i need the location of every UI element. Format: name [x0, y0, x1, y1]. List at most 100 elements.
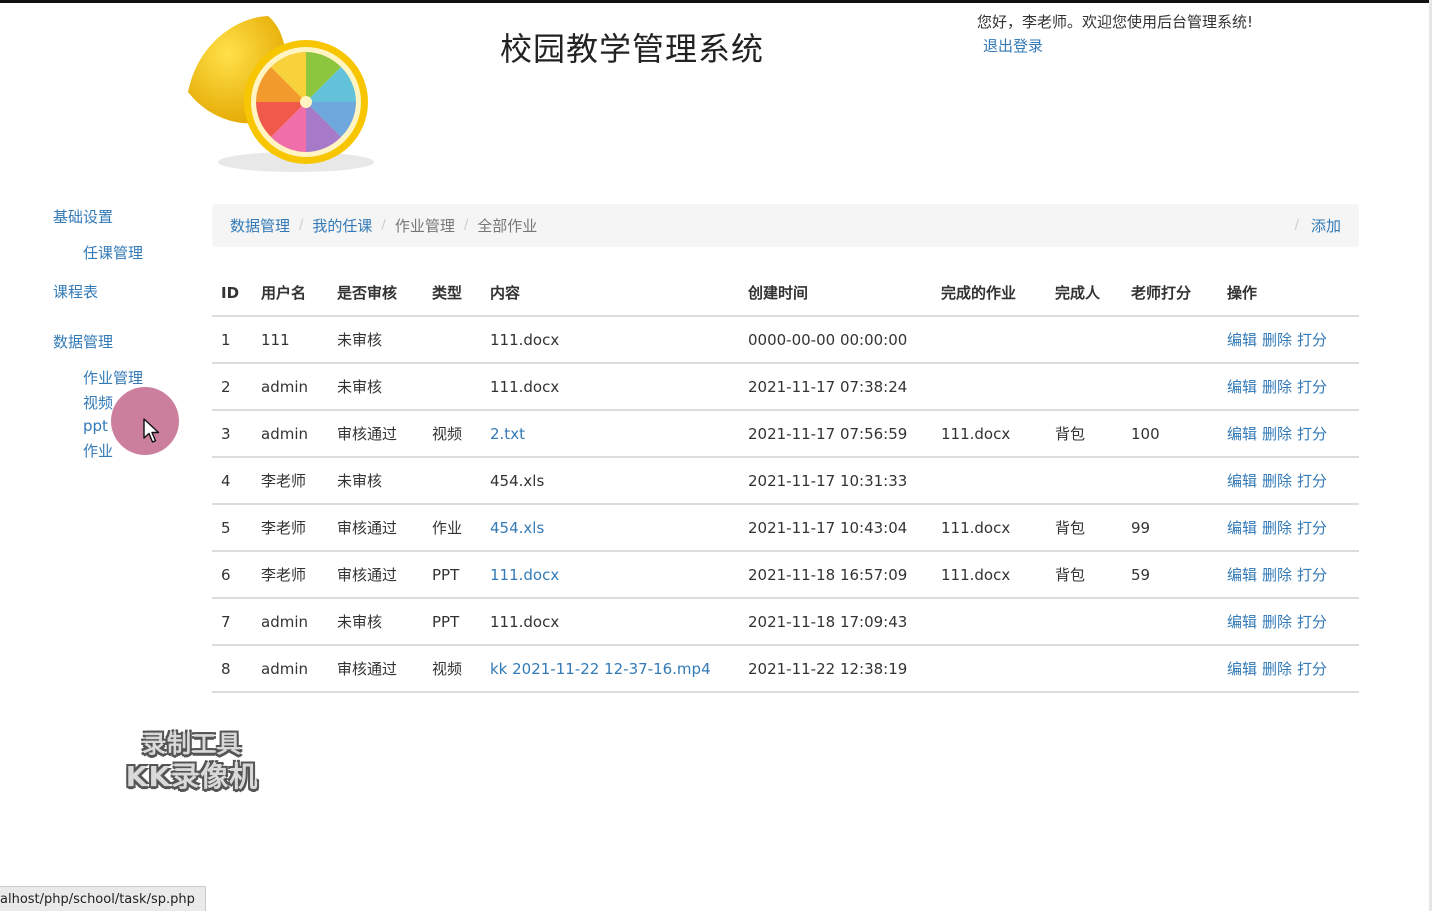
- sidebar-group-timetable[interactable]: 课程表: [53, 281, 98, 302]
- delete-button[interactable]: 删除: [1262, 660, 1292, 678]
- score-button[interactable]: 打分: [1297, 519, 1327, 537]
- sidebar-item-video[interactable]: 视频: [83, 392, 113, 413]
- watermark-line-2: KK录像机: [125, 760, 259, 793]
- edit-button[interactable]: 编辑: [1227, 660, 1257, 678]
- breadcrumb-my-courses[interactable]: 我的任课: [312, 215, 372, 236]
- edit-button[interactable]: 编辑: [1227, 472, 1257, 490]
- cell-teacher-score: [1122, 645, 1218, 693]
- delete-button[interactable]: 删除: [1262, 378, 1292, 396]
- sidebar-item-homework[interactable]: 作业: [83, 440, 113, 461]
- edit-button[interactable]: 编辑: [1227, 566, 1257, 584]
- cell-teacher-score: [1122, 598, 1218, 646]
- breadcrumb-data-management[interactable]: 数据管理: [230, 215, 290, 236]
- page-title: 校园教学管理系统: [500, 30, 765, 68]
- table-body: 1 111 未审核 111.docx 0000-00-00 00:00:00 编辑 删除 打分…: [212, 316, 1359, 693]
- cell-created-time: 0000-00-00 00:00:00: [739, 316, 932, 364]
- table-row: 2 admin 未审核 111.docx 2021-11-17 07:38:24 编辑 删除…: [212, 363, 1359, 411]
- breadcrumb-all-homework: 全部作业: [477, 217, 538, 235]
- edit-button[interactable]: 编辑: [1227, 425, 1257, 443]
- cell-review-status: 审核通过: [328, 504, 423, 552]
- cell-completed-homework: [932, 598, 1046, 646]
- cell-username: admin: [252, 410, 328, 458]
- content-file-link[interactable]: 454.xls: [490, 519, 544, 537]
- sidebar-group-basic-settings[interactable]: 基础设置: [53, 206, 113, 227]
- content-file-link[interactable]: 2.txt: [490, 425, 525, 443]
- logout-link[interactable]: 退出登录: [983, 37, 1043, 55]
- cell-username: admin: [252, 598, 328, 646]
- score-button[interactable]: 打分: [1297, 425, 1327, 443]
- table-row: 8 admin 审核通过 视频 kk 2021-11-22 12-37-16.mp4 20…: [212, 645, 1359, 693]
- delete-button[interactable]: 删除: [1262, 519, 1292, 537]
- cell-content: 454.xls: [481, 504, 739, 552]
- cell-created-time: 2021-11-17 10:31:33: [739, 457, 932, 505]
- cell-teacher-score: [1122, 316, 1218, 364]
- score-button[interactable]: 打分: [1297, 472, 1327, 490]
- cell-type: [423, 316, 481, 364]
- delete-button[interactable]: 删除: [1262, 425, 1292, 443]
- score-button[interactable]: 打分: [1297, 378, 1327, 396]
- cell-review-status: 未审核: [328, 363, 423, 411]
- delete-button[interactable]: 删除: [1262, 566, 1292, 584]
- cell-created-time: 2021-11-17 07:56:59: [739, 410, 932, 458]
- cell-teacher-score: [1122, 457, 1218, 505]
- cell-completer: [1046, 645, 1122, 693]
- cell-content: 454.xls: [481, 457, 739, 505]
- cell-id: 5: [212, 504, 252, 552]
- delete-button[interactable]: 删除: [1262, 472, 1292, 490]
- homework-table: ID 用户名 是否审核 类型 内容 创建时间 完成的作业 完成人 老师打分 操作…: [212, 270, 1359, 693]
- cell-teacher-score: [1122, 363, 1218, 411]
- sidebar-item-ppt[interactable]: ppt: [83, 417, 108, 435]
- breadcrumb-separator: /: [1294, 218, 1299, 233]
- browser-status-bar: alhost/php/school/task/sp.php: [0, 886, 206, 911]
- cell-type: [423, 363, 481, 411]
- sidebar-item-homework-management[interactable]: 作业管理: [83, 367, 143, 388]
- delete-button[interactable]: 删除: [1262, 331, 1292, 349]
- table-header-row: ID 用户名 是否审核 类型 内容 创建时间 完成的作业 完成人 老师打分 操作: [212, 270, 1359, 317]
- sidebar-group-data-management[interactable]: 数据管理: [53, 331, 113, 352]
- cell-content: kk 2021-11-22 12-37-16.mp4: [481, 645, 739, 693]
- welcome-text: 您好，李老师。欢迎您使用后台管理系统!: [977, 13, 1254, 31]
- column-header-teacher-score: 老师打分: [1122, 270, 1218, 317]
- column-header-created-time: 创建时间: [739, 270, 932, 317]
- recorder-watermark: 录制工具 KK录像机: [116, 728, 268, 794]
- cell-actions: 编辑 删除 打分: [1218, 316, 1359, 364]
- cell-actions: 编辑 删除 打分: [1218, 457, 1359, 505]
- breadcrumb-homework-management: 作业管理: [394, 217, 455, 235]
- column-header-username: 用户名: [252, 270, 328, 317]
- score-button[interactable]: 打分: [1297, 613, 1327, 631]
- add-button[interactable]: 添加: [1311, 215, 1341, 236]
- cell-teacher-score: 100: [1122, 410, 1218, 458]
- cell-username: admin: [252, 363, 328, 411]
- cell-completed-homework: [932, 363, 1046, 411]
- sidebar-item-course-management[interactable]: 任课管理: [83, 242, 143, 263]
- cell-review-status: 审核通过: [328, 551, 423, 599]
- cell-username: 李老师: [252, 457, 328, 505]
- delete-button[interactable]: 删除: [1262, 613, 1292, 631]
- score-button[interactable]: 打分: [1297, 566, 1327, 584]
- edit-button[interactable]: 编辑: [1227, 519, 1257, 537]
- cell-username: admin: [252, 645, 328, 693]
- cell-created-time: 2021-11-22 12:38:19: [739, 645, 932, 693]
- column-header-actions: 操作: [1218, 270, 1359, 317]
- cell-username: 李老师: [252, 504, 328, 552]
- cell-created-time: 2021-11-17 07:38:24: [739, 363, 932, 411]
- table-row: 6 李老师 审核通过 PPT 111.docx 2021-11-18 16:57:09 11…: [212, 551, 1359, 599]
- content-file-link[interactable]: 111.docx: [490, 566, 559, 584]
- cell-id: 7: [212, 598, 252, 646]
- column-header-id: ID: [212, 270, 252, 317]
- cell-type: PPT: [423, 598, 481, 646]
- edit-button[interactable]: 编辑: [1227, 331, 1257, 349]
- edit-button[interactable]: 编辑: [1227, 378, 1257, 396]
- cell-content: 111.docx: [481, 551, 739, 599]
- score-button[interactable]: 打分: [1297, 331, 1327, 349]
- cell-content: 2.txt: [481, 410, 739, 458]
- cell-id: 4: [212, 457, 252, 505]
- score-button[interactable]: 打分: [1297, 660, 1327, 678]
- edit-button[interactable]: 编辑: [1227, 613, 1257, 631]
- cell-review-status: 未审核: [328, 598, 423, 646]
- column-header-content: 内容: [481, 270, 739, 317]
- column-header-completer: 完成人: [1046, 270, 1122, 317]
- cell-username: 李老师: [252, 551, 328, 599]
- cell-actions: 编辑 删除 打分: [1218, 504, 1359, 552]
- content-file-link[interactable]: kk 2021-11-22 12-37-16.mp4: [490, 660, 711, 678]
